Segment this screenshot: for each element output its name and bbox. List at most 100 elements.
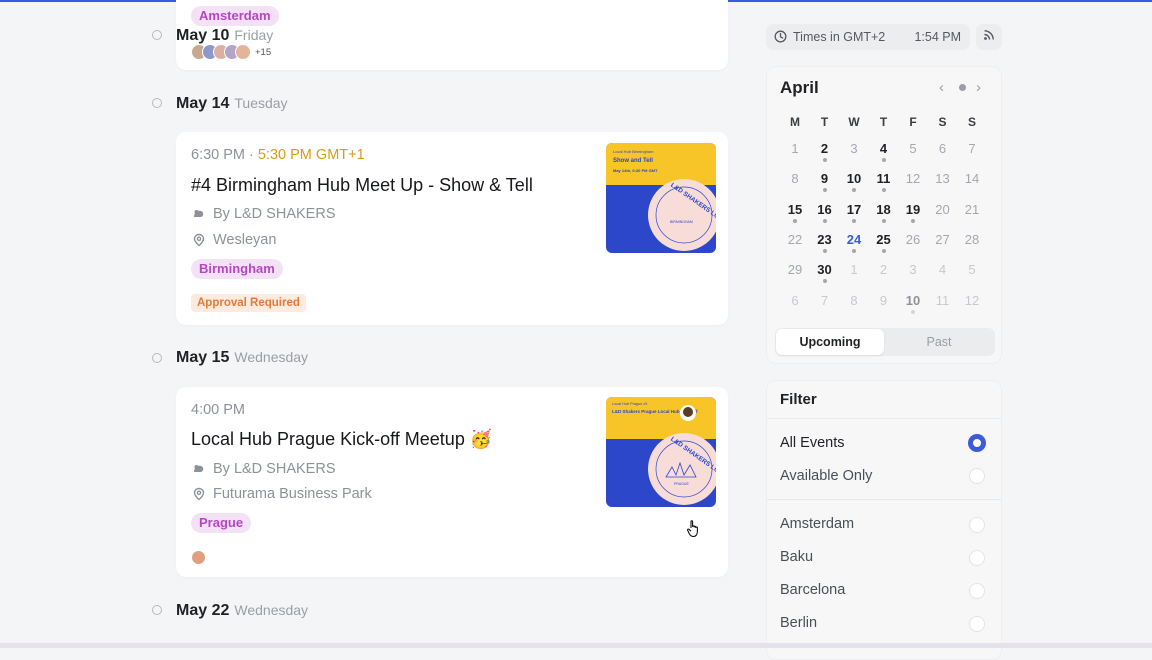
filter-city-baku[interactable]: Baku — [780, 549, 813, 565]
divider — [767, 418, 1001, 419]
calendar-day[interactable]: 3 — [841, 141, 867, 156]
radio-baku[interactable] — [969, 550, 985, 566]
calendar-day[interactable]: 16 — [812, 202, 838, 223]
calendar-day[interactable]: 23 — [812, 232, 838, 253]
event-thumbnail[interactable]: Local Hub Prague #1 L&D Shakers Prague L… — [606, 397, 716, 507]
calendar-day[interactable]: 11 — [930, 293, 956, 308]
calendar-day[interactable]: 30 — [812, 262, 838, 284]
calendar-day-number: 13 — [935, 171, 950, 187]
calendar-day-number: 24 — [846, 231, 862, 247]
filter-city-berlin[interactable]: Berlin — [780, 615, 817, 631]
radio-amsterdam[interactable] — [969, 517, 985, 533]
event-indicator-dot — [881, 218, 886, 223]
calendar-day[interactable]: 1 — [841, 262, 867, 277]
calendar-day[interactable]: 6 — [930, 141, 956, 156]
chevron-left-icon[interactable]: ‹ — [939, 79, 944, 96]
calendar-day[interactable]: 29 — [782, 262, 808, 277]
calendar-day-number: 15 — [787, 201, 803, 217]
radio-all-events[interactable] — [968, 434, 986, 452]
calendar-day[interactable]: 21 — [959, 202, 985, 217]
svg-text:Local Hub Prague #1: Local Hub Prague #1 — [612, 402, 648, 406]
event-card-birmingham[interactable]: 6:30 PM · 5:30 PM GMT+1 #4 Birmingham Hu… — [176, 132, 728, 325]
calendar-day[interactable]: 22 — [782, 232, 808, 247]
calendar-day[interactable]: 8 — [782, 171, 808, 186]
calendar-day-number: 30 — [817, 262, 832, 278]
calendar-day[interactable]: 3 — [900, 262, 926, 277]
calendar-day[interactable]: 1 — [782, 141, 808, 156]
calendar-day[interactable]: 2 — [812, 141, 838, 162]
calendar-day[interactable]: 2 — [871, 262, 897, 277]
event-title[interactable]: Local Hub Prague Kick-off Meetup 🥳 — [191, 429, 492, 450]
tab-upcoming[interactable]: Upcoming — [776, 329, 884, 355]
calendar-day[interactable]: 12 — [900, 171, 926, 186]
calendar-day[interactable]: 26 — [900, 232, 926, 247]
city-tag[interactable]: Prague — [191, 513, 252, 533]
radio-berlin[interactable] — [969, 616, 985, 632]
event-indicator-dot — [822, 279, 827, 284]
calendar-day[interactable]: 20 — [930, 202, 956, 217]
event-indicator-dot — [822, 188, 827, 193]
city-tag[interactable]: Amsterdam — [191, 6, 279, 26]
event-indicator-dot — [881, 188, 886, 193]
calendar-day[interactable]: 11 — [871, 171, 897, 193]
calendar-day[interactable]: 24 — [841, 231, 867, 253]
city-tag[interactable]: Birmingham — [191, 259, 283, 279]
calendar-day[interactable]: 9 — [812, 171, 838, 193]
calendar-day[interactable]: 25 — [871, 232, 897, 253]
radio-barcelona[interactable] — [969, 583, 985, 599]
filter-option-available-only[interactable]: Available Only — [780, 468, 872, 484]
radio-available-only[interactable] — [969, 468, 985, 484]
calendar-day-number: 8 — [791, 171, 799, 187]
filter-city-amsterdam[interactable]: Amsterdam — [780, 516, 854, 532]
calendar-day[interactable]: 5 — [959, 262, 985, 277]
calendar-day[interactable]: 13 — [930, 171, 956, 186]
calendar-day-number: 10 — [905, 292, 921, 308]
calendar-day[interactable]: 5 — [900, 141, 926, 156]
date-heading-may14: May 14 Tuesday — [176, 95, 288, 112]
calendar-day[interactable]: 8 — [841, 293, 867, 308]
filter-option-all-events[interactable]: All Events — [780, 435, 844, 451]
calendar-day-number: 22 — [787, 231, 803, 247]
timeline-dot — [152, 605, 162, 615]
calendar-day[interactable]: 28 — [959, 232, 985, 247]
calendar-day[interactable]: 27 — [930, 232, 956, 247]
event-thumbnail[interactable]: Local Hub Birmingham Show and Tell May 1… — [606, 143, 716, 253]
event-indicator-dot — [881, 158, 886, 162]
filter-panel: Filter All Events Available Only Amsterd… — [766, 380, 1002, 660]
calendar-day[interactable]: 10 — [841, 171, 867, 193]
calendar-day[interactable]: 6 — [782, 293, 808, 308]
calendar-day-number: 1 — [850, 262, 858, 278]
chevron-right-icon[interactable]: › — [976, 79, 981, 96]
calendar-day[interactable]: 9 — [871, 293, 897, 308]
calendar-day[interactable]: 7 — [812, 293, 838, 308]
calendar-day-number: 18 — [876, 201, 891, 217]
calendar-day[interactable]: 12 — [959, 293, 985, 308]
calendar-day-number: 9 — [820, 171, 829, 187]
calendar-day[interactable]: 4 — [930, 262, 956, 277]
calendar-day-number: 4 — [938, 262, 947, 278]
filter-city-barcelona[interactable]: Barcelona — [780, 582, 845, 598]
event-title[interactable]: #4 Birmingham Hub Meet Up - Show & Tell — [191, 175, 533, 196]
calendar-day[interactable]: 14 — [959, 171, 985, 186]
host-icon — [191, 461, 207, 477]
divider — [767, 499, 1001, 500]
calendar-day-number: 9 — [879, 292, 888, 308]
weekday-header: T — [879, 115, 888, 129]
event-indicator-dot — [911, 309, 915, 314]
calendar-day[interactable]: 15 — [782, 201, 808, 223]
calendar-day-number: 28 — [964, 231, 980, 247]
tab-past[interactable]: Past — [885, 329, 993, 355]
calendar-day[interactable]: 4 — [871, 141, 897, 162]
calendar-day[interactable]: 19 — [900, 202, 926, 223]
event-card-prague[interactable]: 4:00 PM Local Hub Prague Kick-off Meetup… — [176, 387, 728, 577]
calendar-day[interactable]: 17 — [841, 202, 867, 223]
timezone-indicator[interactable]: Times in GMT+2 1:54 PM — [766, 24, 970, 50]
date-heading-may15: May 15 Wednesday — [176, 349, 309, 366]
calendar-day[interactable]: 18 — [871, 201, 897, 223]
calendar-day[interactable]: 10 — [900, 292, 926, 314]
today-dot-icon[interactable] — [959, 84, 966, 91]
rss-button[interactable] — [976, 24, 1002, 50]
current-time: 1:54 PM — [914, 30, 961, 44]
weekday-header: W — [848, 115, 860, 129]
calendar-day[interactable]: 7 — [959, 141, 985, 156]
